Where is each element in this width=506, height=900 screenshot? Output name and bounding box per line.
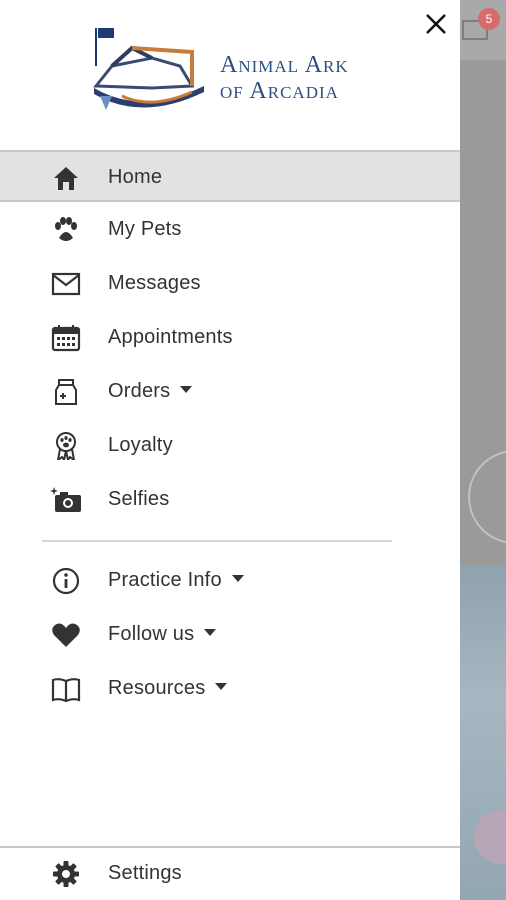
practice-logo: Animal Ark of Arcadia [92, 26, 367, 126]
practice-info-text: Practice Info [108, 569, 222, 591]
menu-label-orders: Orders [108, 380, 193, 403]
unread-badge: 5 [478, 8, 500, 30]
menu-label-messages: Messages [108, 272, 201, 294]
chevron-down-icon [180, 386, 193, 394]
menu-label-home: Home [108, 166, 163, 188]
chevron-down-icon [231, 575, 244, 583]
menu-item-settings[interactable]: Settings [0, 848, 460, 900]
calendar-icon [51, 325, 81, 352]
menu-item-follow-us[interactable]: Follow us [0, 609, 460, 661]
practice-name-line1: Animal Ark [220, 52, 349, 78]
menu-label-follow-us: Follow us [108, 623, 217, 646]
menu-label-selfies: Selfies [108, 488, 170, 510]
camera-icon [50, 487, 81, 512]
menu-item-orders[interactable]: Orders [0, 366, 460, 418]
chevron-down-icon [215, 683, 228, 691]
home-icon [54, 167, 78, 190]
practice-name-line2: of Arcadia [220, 78, 339, 104]
info-icon [52, 567, 80, 595]
chevron-down-icon [204, 629, 217, 637]
book-icon [51, 678, 81, 703]
menu-item-practice-info[interactable]: Practice Info [0, 555, 460, 607]
close-icon [426, 14, 446, 34]
menu-label-practice-info: Practice Info [108, 569, 244, 592]
menu-label-resources: Resources [108, 677, 228, 700]
close-drawer-button[interactable] [418, 6, 454, 42]
orders-text: Orders [108, 380, 171, 402]
paw-icon [55, 217, 77, 241]
menu-item-resources[interactable]: Resources [0, 663, 460, 715]
navigation-drawer: Animal Ark of Arcadia Home My Pets Messa… [0, 0, 460, 900]
menu-label-my-pets: My Pets [108, 218, 182, 240]
menu-item-selfies[interactable]: Selfies [0, 474, 460, 526]
menu-item-appointments[interactable]: Appointments [0, 312, 460, 364]
orders-shortcut-circle[interactable] [468, 450, 506, 544]
menu-label-appointments: Appointments [108, 326, 233, 348]
menu-item-loyalty[interactable]: Loyalty [0, 420, 460, 472]
practice-name: Animal Ark of Arcadia [220, 52, 349, 104]
menu-divider [42, 540, 392, 542]
menu-item-messages[interactable]: Messages [0, 258, 460, 310]
menu-item-my-pets[interactable]: My Pets [0, 204, 460, 256]
gear-icon [53, 861, 79, 887]
follow-us-text: Follow us [108, 623, 195, 645]
resources-text: Resources [108, 677, 206, 699]
food-bag-icon [55, 379, 77, 405]
mail-icon [51, 272, 81, 296]
loyalty-ribbon-icon [56, 432, 76, 460]
menu-label-loyalty: Loyalty [108, 434, 173, 456]
menu-label-settings: Settings [108, 862, 182, 884]
ark-logo-icon [92, 28, 204, 110]
menu-item-home[interactable]: Home [0, 150, 460, 202]
heart-icon [52, 623, 80, 647]
app-header-bar: 5 [460, 0, 506, 60]
backdrop-overlay[interactable]: 5 [460, 0, 506, 900]
